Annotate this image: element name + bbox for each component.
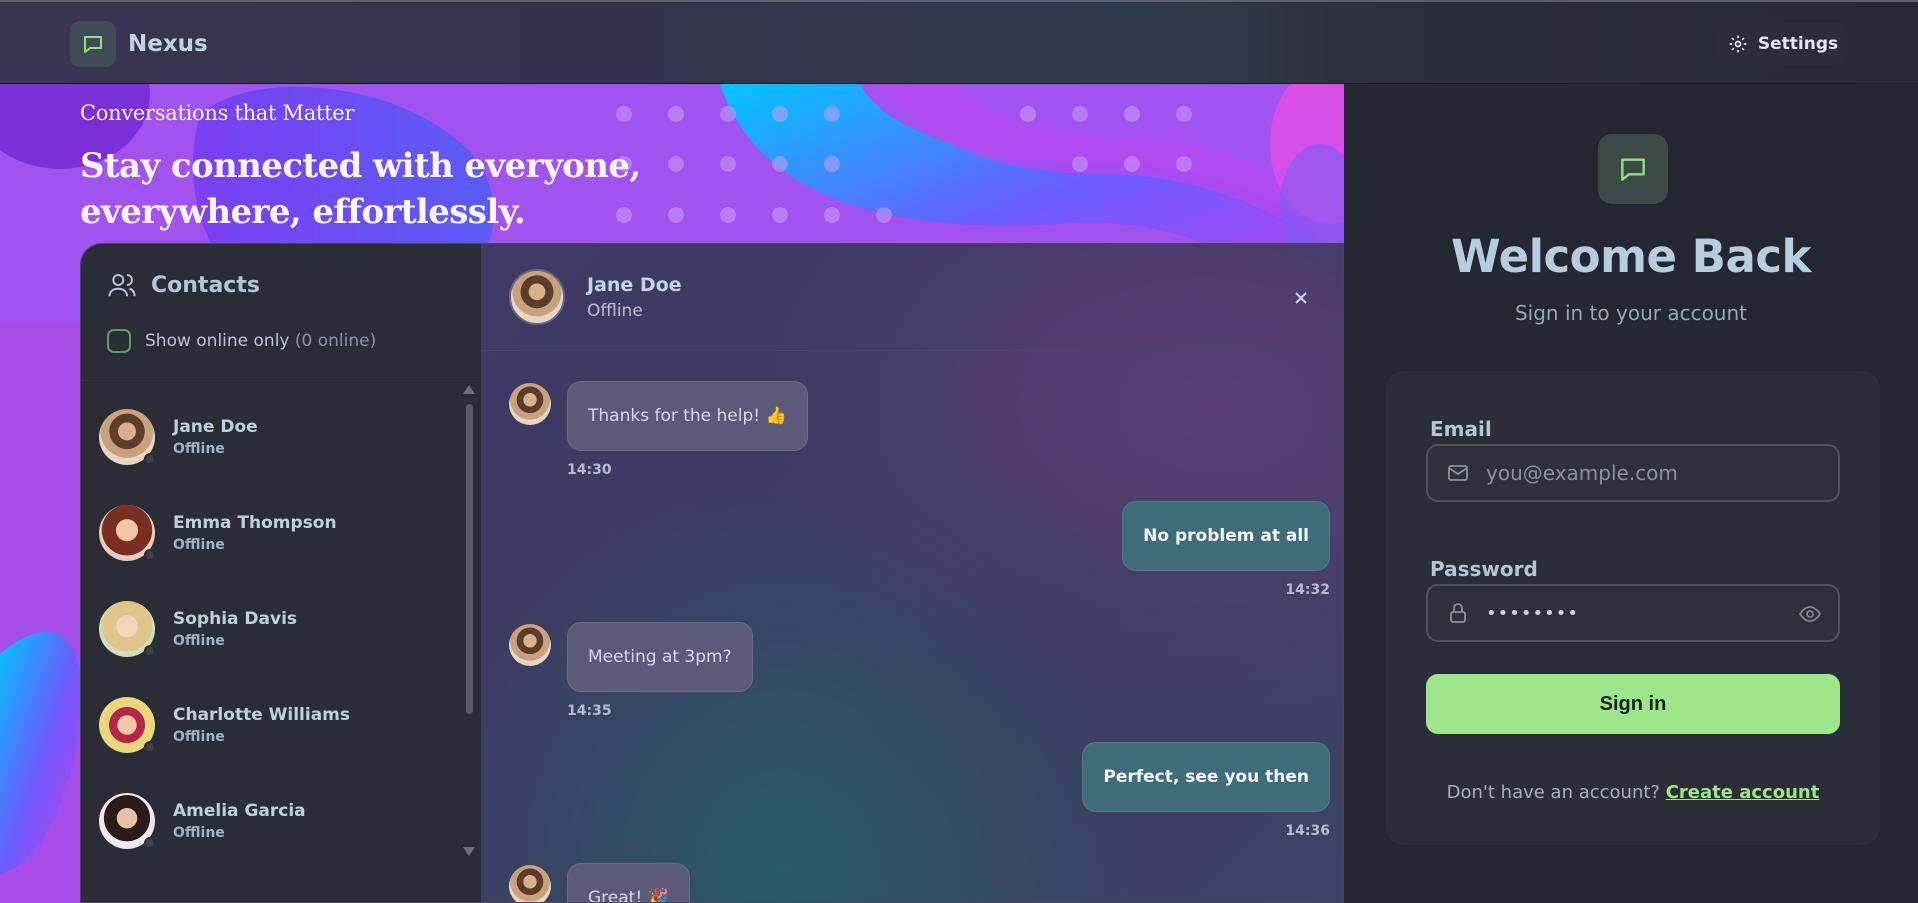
online-filter-label: Show online only (145, 331, 290, 351)
contact-name: Amelia Garcia (173, 801, 306, 821)
conversation-pane: Jane Doe Offline Thanks for the help! 👍 … (481, 244, 1343, 902)
contacts-scrollbar[interactable] (466, 404, 473, 714)
contact-item-sophia-davis[interactable]: Sophia Davis Offline (99, 589, 439, 669)
divider (81, 380, 481, 381)
chat-contact-status: Offline (587, 301, 643, 321)
message-bubble: Meeting at 3pm? (567, 622, 753, 692)
contact-status: Offline (173, 633, 225, 649)
message-time: 14:35 (567, 703, 612, 719)
avatar (99, 793, 156, 849)
message-bubble: Great! 🎉 (567, 863, 690, 902)
online-filter[interactable]: Show online only (0 online) (107, 329, 376, 353)
create-account-link[interactable]: Create account (1666, 782, 1820, 803)
contacts-title: Contacts (151, 272, 260, 298)
users-icon (108, 274, 136, 297)
avatar (99, 697, 156, 753)
avatar (99, 409, 156, 465)
message-bubble: Perfect, see you then (1082, 742, 1330, 812)
message-time: 14:32 (1285, 582, 1330, 598)
contacts-sidebar: Contacts Show online only (0 online) Jan… (81, 244, 481, 902)
signin-button[interactable]: Sign in (1426, 674, 1840, 734)
signin-card: Email Password •••••••• Sign in Don't ha… (1386, 371, 1880, 845)
hero-kicker: Conversations that Matter (80, 101, 355, 125)
close-icon[interactable] (1289, 286, 1313, 310)
eye-icon[interactable] (1798, 602, 1822, 626)
app-name: Nexus (128, 31, 208, 57)
settings-label: Settings (1757, 34, 1839, 54)
chat-bubble-icon (70, 21, 116, 67)
presence-dot (144, 645, 156, 657)
contact-status: Offline (173, 537, 225, 553)
settings-button[interactable]: Settings (1716, 23, 1850, 65)
scroll-down-arrow[interactable] (463, 847, 475, 856)
contact-status: Offline (173, 825, 225, 841)
presence-dot (144, 453, 156, 465)
contact-item-amelia-garcia[interactable]: Amelia Garcia Offline (99, 781, 439, 861)
password-field[interactable]: •••••••• (1426, 584, 1840, 642)
welcome-title: Welcome Back (1451, 230, 1811, 283)
brand[interactable]: Nexus (70, 21, 208, 67)
message-avatar (509, 624, 551, 666)
message-avatar (509, 383, 551, 425)
avatar (99, 601, 156, 657)
welcome-subtitle: Sign in to your account (1514, 301, 1747, 325)
contact-name: Jane Doe (173, 417, 258, 437)
online-only-checkbox[interactable] (107, 329, 131, 353)
chat-contact-name: Jane Doe (587, 274, 682, 296)
password-label: Password (1430, 557, 1538, 581)
presence-dot (144, 549, 156, 561)
avatar (99, 505, 156, 561)
contacts-header: Contacts (107, 270, 260, 300)
lock-icon (1450, 603, 1466, 623)
contact-status: Offline (173, 441, 225, 457)
email-input[interactable] (1486, 461, 1786, 485)
chat-bubble-icon (1598, 134, 1668, 204)
message-bubble: Thanks for the help! 👍 (567, 381, 808, 451)
contact-name: Emma Thompson (173, 513, 337, 533)
hero-title: Stay connected with everyone, everywhere… (80, 146, 641, 232)
chat-avatar (509, 269, 565, 325)
presence-dot (144, 741, 156, 753)
message-bubble: No problem at all (1122, 501, 1330, 571)
contact-name: Charlotte Williams (173, 705, 351, 725)
conversation-header: Jane Doe Offline (481, 244, 1343, 351)
email-field[interactable] (1426, 444, 1840, 502)
chat-panel: Contacts Show online only (0 online) Jan… (80, 243, 1344, 903)
email-label: Email (1430, 417, 1492, 441)
contact-item-charlotte-williams[interactable]: Charlotte Williams Offline (99, 685, 439, 765)
scroll-up-arrow[interactable] (463, 385, 475, 394)
top-bar: Nexus Settings (0, 0, 1918, 84)
presence-dot (144, 837, 156, 849)
contact-item-jane-doe[interactable]: Jane Doe Offline (99, 397, 439, 477)
gear-icon (1729, 35, 1747, 53)
contact-item-emma-thompson[interactable]: Emma Thompson Offline (99, 493, 439, 573)
message-time: 14:36 (1285, 823, 1330, 839)
signup-prompt-row: Don't have an account? Create account (1386, 782, 1880, 803)
contact-status: Offline (173, 729, 225, 745)
online-count: (0 online) (294, 331, 377, 351)
message-avatar (509, 865, 551, 902)
auth-panel: Welcome Back Sign in to your account Ema… (1344, 84, 1918, 903)
signup-prompt: Don't have an account? (1446, 782, 1660, 803)
password-input[interactable]: •••••••• (1486, 603, 1579, 624)
contact-name: Sophia Davis (173, 609, 298, 629)
mail-icon (1448, 465, 1468, 481)
message-time: 14:30 (567, 462, 612, 478)
